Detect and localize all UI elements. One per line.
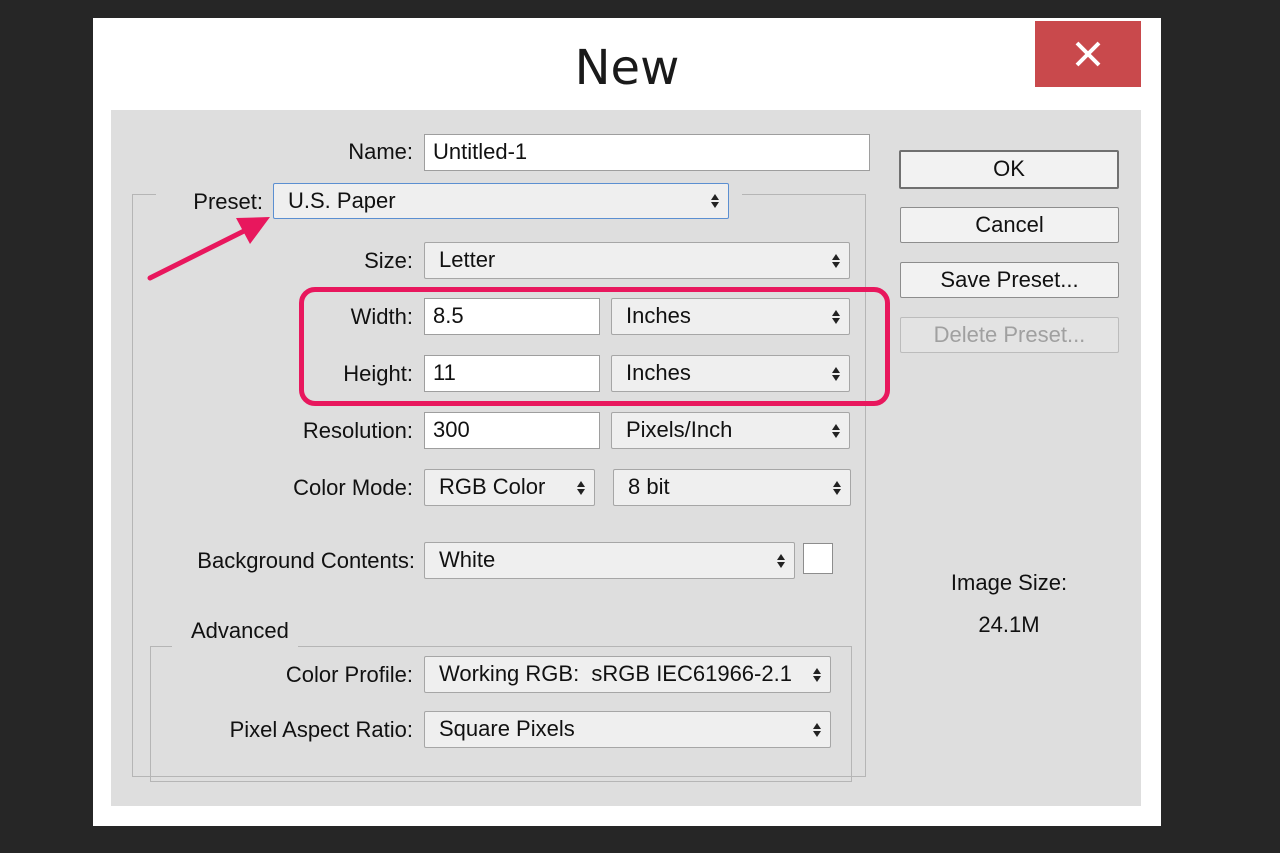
updown-arrows-icon: [831, 413, 841, 448]
pixel-aspect-ratio-value: Square Pixels: [439, 716, 575, 741]
color-mode-label: Color Mode:: [293, 475, 413, 500]
image-size-value: 24.1M: [978, 612, 1040, 637]
updown-arrows-icon: [710, 184, 720, 218]
advanced-legend: Advanced: [191, 618, 289, 643]
annotation-highlight-box: [299, 287, 890, 406]
resolution-field[interactable]: 300: [424, 412, 600, 449]
updown-arrows-icon: [832, 470, 842, 505]
bit-depth-value: 8 bit: [628, 474, 670, 499]
new-document-dialog: New Name: Untitled-1 Preset: U.S. Paper …: [93, 18, 1161, 826]
background-contents-select[interactable]: White: [424, 542, 795, 579]
name-label: Name:: [348, 139, 413, 164]
updown-arrows-icon: [831, 243, 841, 278]
name-field[interactable]: Untitled-1: [424, 134, 870, 171]
close-button[interactable]: [1035, 21, 1141, 87]
updown-arrows-icon: [776, 543, 786, 578]
color-profile-value: Working RGB: sRGB IEC61966-2.1: [439, 661, 792, 686]
color-profile-label: Color Profile:: [285, 662, 413, 687]
size-value: Letter: [439, 247, 496, 272]
preset-select[interactable]: U.S. Paper: [273, 183, 729, 219]
ok-button[interactable]: OK: [899, 150, 1119, 189]
color-mode-select[interactable]: RGB Color: [424, 469, 595, 506]
resolution-unit-select[interactable]: Pixels/Inch: [611, 412, 850, 449]
background-color-swatch[interactable]: [803, 543, 833, 574]
resolution-label: Resolution:: [302, 418, 413, 443]
preset-value: U.S. Paper: [288, 188, 396, 213]
background-contents-value: White: [439, 547, 496, 572]
background-contents-label: Background Contents:: [197, 548, 415, 573]
bit-depth-select[interactable]: 8 bit: [613, 469, 851, 506]
size-label: Size:: [364, 248, 413, 273]
color-profile-select[interactable]: Working RGB: sRGB IEC61966-2.1: [424, 656, 831, 693]
updown-arrows-icon: [812, 657, 822, 692]
color-mode-value: RGB Color: [439, 474, 546, 499]
updown-arrows-icon: [576, 470, 586, 505]
delete-preset-button: Delete Preset...: [900, 317, 1119, 353]
updown-arrows-icon: [812, 712, 822, 747]
pixel-aspect-ratio-label: Pixel Aspect Ratio:: [229, 717, 413, 742]
close-icon: [1075, 41, 1101, 67]
preset-label: Preset:: [193, 189, 263, 214]
size-select[interactable]: Letter: [424, 242, 850, 279]
dialog-title: New: [574, 40, 680, 96]
resolution-unit-value: Pixels/Inch: [626, 417, 733, 442]
pixel-aspect-ratio-select[interactable]: Square Pixels: [424, 711, 831, 748]
dialog-body: Name: Untitled-1 Preset: U.S. Paper Size…: [111, 110, 1141, 806]
image-size-label: Image Size:: [950, 570, 1068, 595]
cancel-button[interactable]: Cancel: [900, 207, 1119, 243]
save-preset-button[interactable]: Save Preset...: [900, 262, 1119, 298]
